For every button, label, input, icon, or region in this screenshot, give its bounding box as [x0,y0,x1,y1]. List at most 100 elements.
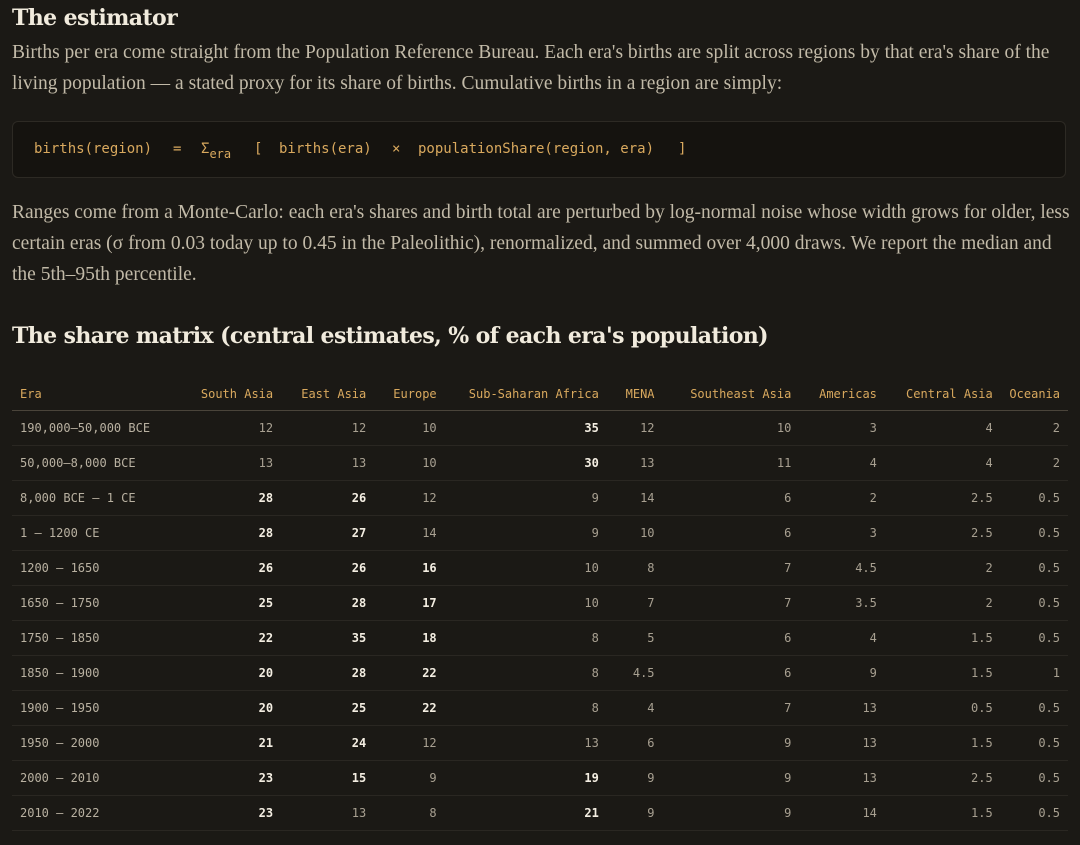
table-row: 1750 – 1850 22 35 18 8 5 6 4 1.5 0.5 [12,620,1068,656]
share-cell: 4 [606,690,663,726]
share-cell: 2 [799,480,885,516]
share-cell: 20 [180,655,282,691]
era-cell: 1650 – 1750 [12,585,181,621]
formula-term-births: births(era) [279,141,372,157]
share-cell: 6 [662,515,800,551]
share-cell: 14 [374,515,445,551]
share-cell: 21 [180,725,282,761]
share-cell: 4 [884,410,1001,446]
share-cell: 6 [662,480,800,516]
share-cell: 23 [180,795,282,831]
share-cell: 10 [662,410,800,446]
share-cell: 13 [606,445,663,481]
share-cell: 1.5 [884,795,1001,831]
share-cell: 2 [1000,445,1068,481]
share-cell: 0.5 [1000,480,1068,516]
share-cell: 9 [444,480,607,516]
share-cell: 35 [444,410,607,446]
share-cell: 0.5 [1000,795,1068,831]
share-cell: 0.5 [1000,725,1068,761]
share-cell: 22 [374,690,445,726]
share-cell: 2 [1000,410,1068,446]
share-cell: 10 [374,445,445,481]
table-row: 1200 – 1650 26 26 16 10 8 7 4.5 2 0.5 [12,550,1068,586]
share-cell: 12 [180,410,282,446]
share-cell: 7 [606,585,663,621]
share-cell: 24 [281,725,375,761]
share-cell: 26 [180,550,282,586]
formula-code-block: births(region) = Σera [ births(era) × po… [12,121,1066,178]
era-cell: 8,000 BCE – 1 CE [12,480,181,516]
column-header-oceania: Oceania [1000,378,1068,411]
share-cell: 26 [281,550,375,586]
share-cell: 27 [281,515,375,551]
column-header-south-asia: South Asia [180,378,282,411]
share-cell: 9 [662,795,800,831]
formula-open-bracket: [ [254,141,263,157]
share-cell: 18 [374,620,445,656]
share-cell: 0.5 [1000,760,1068,796]
share-cell: 7 [662,585,800,621]
share-cell: 1.5 [884,620,1001,656]
column-header-europe: Europe [374,378,445,411]
column-header-era: Era [12,378,181,411]
column-header-east-asia: East Asia [281,378,375,411]
share-cell: 2.5 [884,515,1001,551]
share-cell: 20 [180,690,282,726]
share-cell: 2 [884,585,1001,621]
formula-close-bracket: ] [678,141,687,157]
formula-times: × [392,141,401,157]
era-cell: 1200 – 1650 [12,550,181,586]
era-cell: 1850 – 1900 [12,655,181,691]
table-row: 190,000–50,000 BCE 12 12 10 35 12 10 3 4 2 [12,410,1068,446]
column-header-mena: MENA [606,378,663,411]
share-cell: 22 [374,655,445,691]
share-cell: 6 [662,620,800,656]
share-cell: 28 [180,515,282,551]
formula-sigma-subscript: era [209,147,232,161]
share-cell: 8 [444,620,607,656]
share-cell: 13 [799,690,885,726]
share-cell: 1 [1000,655,1068,691]
share-cell: 13 [180,445,282,481]
table-row: 2010 – 2022 23 13 8 21 9 9 14 1.5 0.5 [12,795,1068,831]
era-cell: 2000 – 2010 [12,760,181,796]
era-cell: 1900 – 1950 [12,690,181,726]
share-cell: 16 [374,550,445,586]
era-cell: 1950 – 2000 [12,725,181,761]
share-cell: 0.5 [1000,515,1068,551]
era-cell: 1750 – 1850 [12,620,181,656]
share-cell: 13 [281,445,375,481]
estimator-heading: The estimator [12,5,178,31]
share-cell: 9 [606,760,663,796]
share-cell: 14 [606,480,663,516]
share-cell: 9 [799,655,885,691]
share-cell: 0.5 [884,690,1001,726]
share-cell: 3 [799,410,885,446]
share-cell: 9 [374,760,445,796]
share-cell: 0.5 [1000,620,1068,656]
share-cell: 6 [662,655,800,691]
table-header-row: Era South Asia East Asia Europe Sub-Saharan … [12,378,1068,411]
era-cell: 1 – 1200 CE [12,515,181,551]
table-row: 1 – 1200 CE 28 27 14 9 10 6 3 2.5 0.5 [12,515,1068,551]
share-cell: 2.5 [884,760,1001,796]
share-cell: 17 [374,585,445,621]
estimator-intro-paragraph: Births per era come straight from the Po… [12,42,1050,94]
share-cell: 10 [444,550,607,586]
share-cell: 7 [662,690,800,726]
share-cell: 35 [281,620,375,656]
formula-lhs: births(region) [34,141,153,157]
share-cell: 10 [374,410,445,446]
table-row: 1950 – 2000 21 24 12 13 6 9 13 1.5 0.5 [12,725,1068,761]
share-cell: 8 [444,655,607,691]
share-cell: 14 [799,795,885,831]
column-header-southeast-asia: Southeast Asia [662,378,800,411]
share-cell: 2.5 [884,480,1001,516]
share-cell: 13 [799,725,885,761]
share-cell: 1.5 [884,655,1001,691]
share-cell: 5 [606,620,663,656]
share-cell: 26 [281,480,375,516]
share-cell: 2 [884,550,1001,586]
column-header-central-asia: Central Asia [884,378,1001,411]
